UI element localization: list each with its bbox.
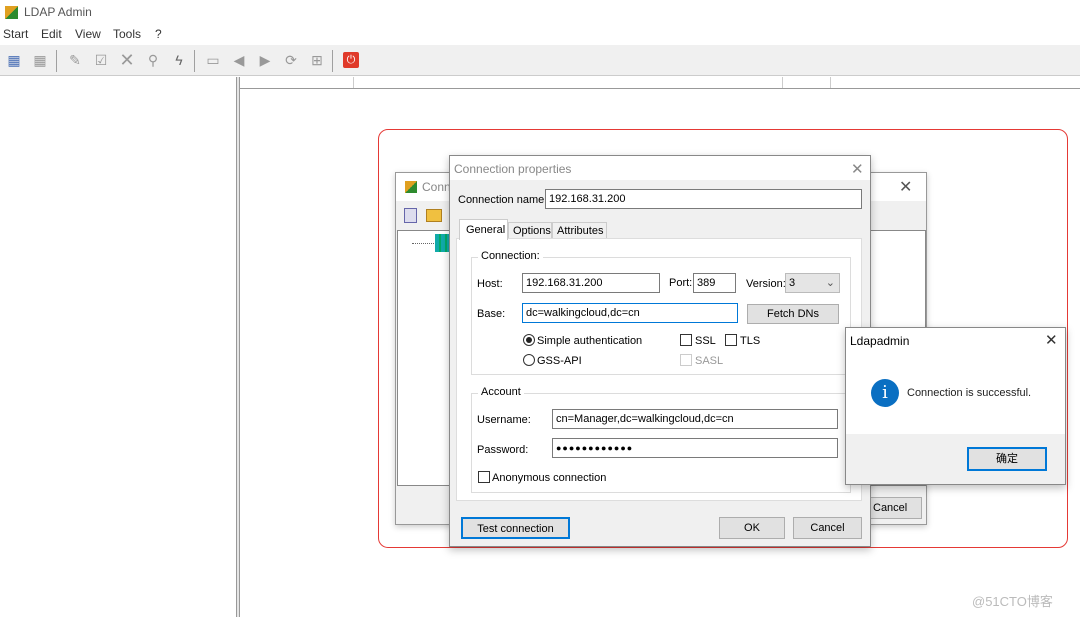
base-label: Base: bbox=[477, 308, 506, 320]
cancel-button[interactable]: Cancel bbox=[866, 497, 922, 519]
save-icon[interactable]: ☑ bbox=[93, 52, 109, 68]
tab-attributes[interactable]: Attributes bbox=[552, 222, 607, 239]
host-input[interactable]: 192.168.31.200 bbox=[522, 273, 660, 293]
menu-start[interactable]: Start bbox=[3, 27, 28, 41]
close-icon[interactable]: ✕ bbox=[851, 160, 864, 178]
app-icon bbox=[405, 181, 417, 193]
menu-bar: Start Edit View Tools ? bbox=[0, 27, 1080, 45]
message-text: Connection is successful. bbox=[907, 387, 1032, 399]
tls-label: TLS bbox=[740, 335, 761, 347]
watermark: @51CTO博客 bbox=[972, 594, 1053, 609]
dialog-title: Conn bbox=[422, 180, 451, 194]
ssl-checkbox[interactable] bbox=[680, 334, 692, 346]
password-label: Password: bbox=[477, 444, 529, 456]
port-label: Port: bbox=[669, 277, 693, 289]
window-title: LDAP Admin bbox=[24, 5, 92, 19]
tls-checkbox[interactable] bbox=[725, 334, 737, 346]
fetch-dns-button[interactable]: Fetch DNs bbox=[747, 304, 839, 324]
message-box-title: Ldapadmin bbox=[850, 334, 910, 348]
dialog-title: Connection properties bbox=[454, 162, 572, 176]
chevron-down-icon: ⌄ bbox=[825, 277, 835, 289]
forward-icon[interactable]: ▶ bbox=[257, 52, 273, 68]
back-icon[interactable]: ◀ bbox=[231, 52, 247, 68]
simple-auth-label: Simple authentication bbox=[537, 335, 643, 347]
menu-edit[interactable]: Edit bbox=[41, 27, 62, 41]
sasl-checkbox[interactable] bbox=[680, 354, 692, 366]
connection-name-label: Connection name: bbox=[458, 194, 548, 206]
anonymous-checkbox[interactable] bbox=[478, 471, 490, 483]
app-icon bbox=[5, 6, 18, 19]
open-folder-icon[interactable] bbox=[426, 209, 442, 222]
username-input[interactable]: cn=Manager,dc=walkingcloud,dc=cn bbox=[552, 409, 838, 429]
password-input[interactable]: ●●●●●●●●●●●● bbox=[552, 438, 838, 458]
ssl-label: SSL bbox=[695, 335, 716, 347]
exit-icon[interactable]: ⏻ bbox=[343, 52, 359, 68]
lightning-icon[interactable]: ϟ bbox=[171, 52, 187, 68]
list-header bbox=[240, 77, 1080, 89]
anonymous-label: Anonymous connection bbox=[492, 472, 607, 484]
info-icon: i bbox=[871, 379, 899, 407]
ok-button[interactable]: OK bbox=[719, 517, 785, 539]
simple-auth-radio[interactable] bbox=[523, 334, 535, 346]
cancel-button[interactable]: Cancel bbox=[793, 517, 862, 539]
gss-api-radio[interactable] bbox=[523, 354, 535, 366]
connection-name-input[interactable]: 192.168.31.200 bbox=[545, 189, 862, 209]
new-connection-icon[interactable] bbox=[404, 208, 417, 223]
splitter[interactable] bbox=[236, 77, 240, 617]
tab-options[interactable]: Options bbox=[508, 222, 552, 239]
schema-icon[interactable]: ⊞ bbox=[309, 52, 325, 68]
menu-help[interactable]: ? bbox=[155, 27, 162, 41]
port-input[interactable]: 389 bbox=[693, 273, 736, 293]
tab-panel: Connection: Host: 192.168.31.200 Port: 3… bbox=[456, 238, 862, 501]
tab-general[interactable]: General bbox=[459, 219, 508, 240]
gss-api-label: GSS-API bbox=[537, 355, 582, 367]
username-label: Username: bbox=[477, 414, 531, 426]
confirm-button[interactable]: 确定 bbox=[967, 447, 1047, 471]
menu-view[interactable]: View bbox=[75, 27, 101, 41]
menu-tools[interactable]: Tools bbox=[113, 27, 141, 41]
message-box: Ldapadmin ✕ i Connection is successful. … bbox=[845, 327, 1066, 485]
book-icon[interactable]: ▭ bbox=[205, 52, 221, 68]
version-select[interactable]: 3 ⌄ bbox=[785, 273, 840, 293]
toolbar bbox=[0, 45, 1080, 76]
sasl-label: SASL bbox=[695, 355, 724, 367]
tree-pane[interactable] bbox=[0, 77, 236, 617]
edit-icon[interactable]: ✎ bbox=[67, 52, 83, 68]
disconnect-icon[interactable]: ▦ bbox=[32, 52, 48, 68]
base-input[interactable]: dc=walkingcloud,dc=cn bbox=[522, 303, 738, 323]
test-connection-button[interactable]: Test connection bbox=[461, 517, 570, 539]
delete-icon[interactable]: ✕ bbox=[119, 51, 135, 69]
connection-properties-dialog: Connection properties ✕ Connection name:… bbox=[449, 155, 871, 547]
connect-icon[interactable]: ▦ bbox=[6, 52, 22, 68]
refresh-icon[interactable]: ⟳ bbox=[283, 52, 299, 68]
host-label: Host: bbox=[477, 278, 503, 290]
search-icon[interactable]: ⚲ bbox=[145, 52, 161, 68]
close-icon[interactable]: ✕ bbox=[1045, 331, 1058, 349]
close-icon[interactable]: ✕ bbox=[899, 177, 912, 197]
version-label: Version: bbox=[746, 278, 786, 290]
